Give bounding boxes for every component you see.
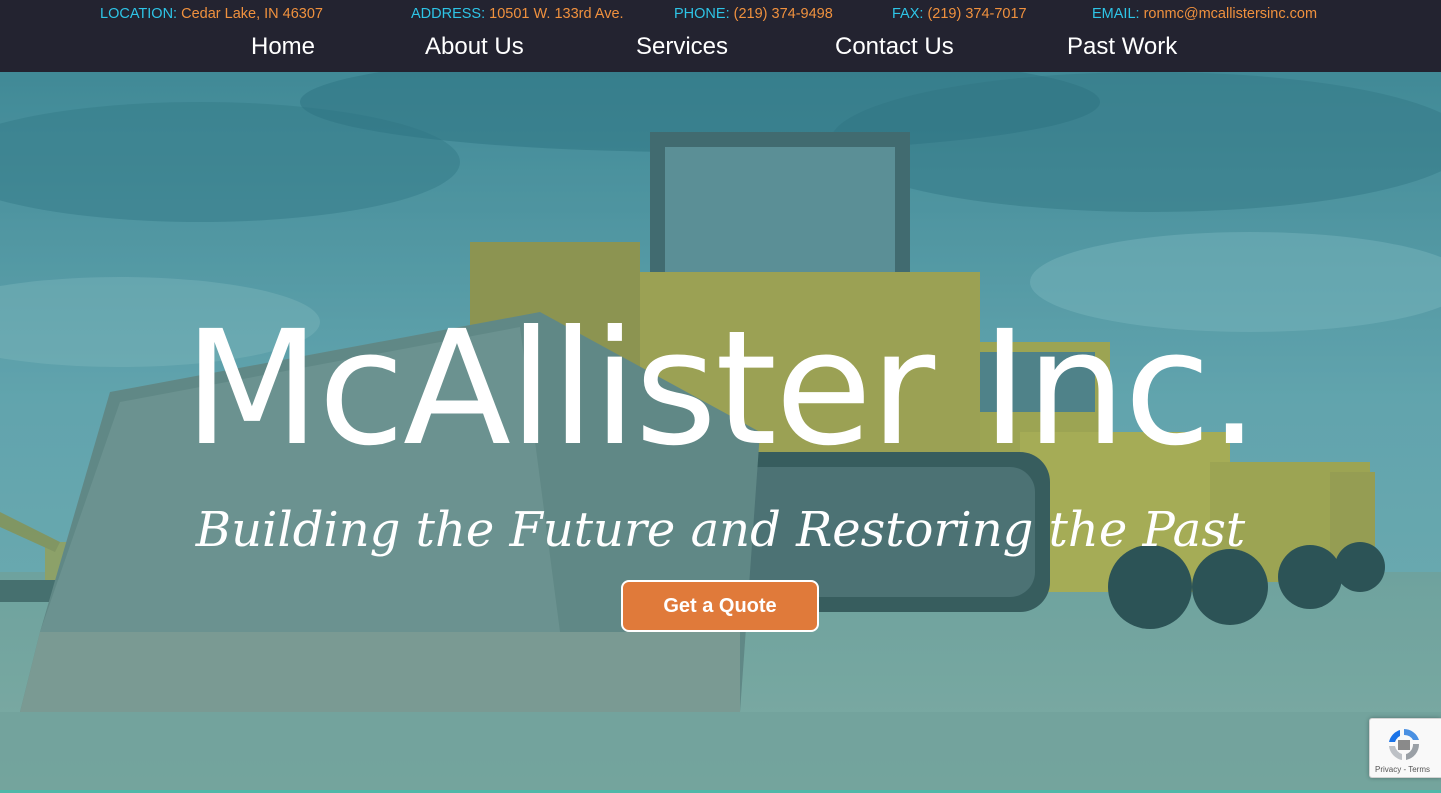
get-a-quote-button[interactable]: Get a Quote (621, 580, 819, 632)
recaptcha-terms-link[interactable]: Terms (1408, 765, 1430, 774)
nav-past-work[interactable]: Past Work (1067, 33, 1177, 61)
nav-about-us[interactable]: About Us (425, 33, 524, 61)
address-label: ADDRESS: (411, 6, 486, 22)
fax-label: FAX: (892, 6, 924, 22)
main-nav: Home About Us Services Contact Us Past W… (0, 33, 1441, 67)
contact-location: LOCATION: Cedar Lake, IN 46307 (100, 6, 323, 22)
hero-tagline: Building the Future and Restoring the Pa… (195, 502, 1246, 558)
recaptcha-icon (1389, 729, 1420, 760)
email-value[interactable]: ronmc@mcallistersinc.com (1144, 6, 1317, 22)
hero-section: McAllister Inc. Building the Future and … (0, 72, 1441, 793)
top-bar: LOCATION: Cedar Lake, IN 46307 ADDRESS: … (0, 0, 1441, 72)
contact-info-bar: LOCATION: Cedar Lake, IN 46307 ADDRESS: … (0, 6, 1441, 26)
page: LOCATION: Cedar Lake, IN 46307 ADDRESS: … (0, 0, 1441, 793)
address-value: 10501 W. 133rd Ave. (489, 6, 624, 22)
recaptcha-privacy-link[interactable]: Privacy (1375, 765, 1401, 774)
location-value: Cedar Lake, IN 46307 (181, 6, 323, 22)
recaptcha-links: Privacy - Terms (1375, 765, 1430, 774)
nav-contact-us[interactable]: Contact Us (835, 33, 954, 61)
phone-label: PHONE: (674, 6, 730, 22)
contact-address: ADDRESS: 10501 W. 133rd Ave. (411, 6, 624, 22)
hero-title: McAllister Inc. (183, 297, 1259, 481)
contact-email: EMAIL: ronmc@mcallistersinc.com (1092, 6, 1317, 22)
recaptcha-badge[interactable]: Privacy - Terms (1369, 718, 1441, 778)
fax-value: (219) 374-7017 (927, 6, 1027, 22)
email-label: EMAIL: (1092, 6, 1140, 22)
nav-home[interactable]: Home (251, 33, 315, 61)
nav-services[interactable]: Services (636, 33, 728, 61)
contact-phone: PHONE: (219) 374-9498 (674, 6, 833, 22)
contact-fax: FAX: (219) 374-7017 (892, 6, 1027, 22)
phone-value[interactable]: (219) 374-9498 (734, 6, 833, 22)
location-label: LOCATION: (100, 6, 178, 22)
